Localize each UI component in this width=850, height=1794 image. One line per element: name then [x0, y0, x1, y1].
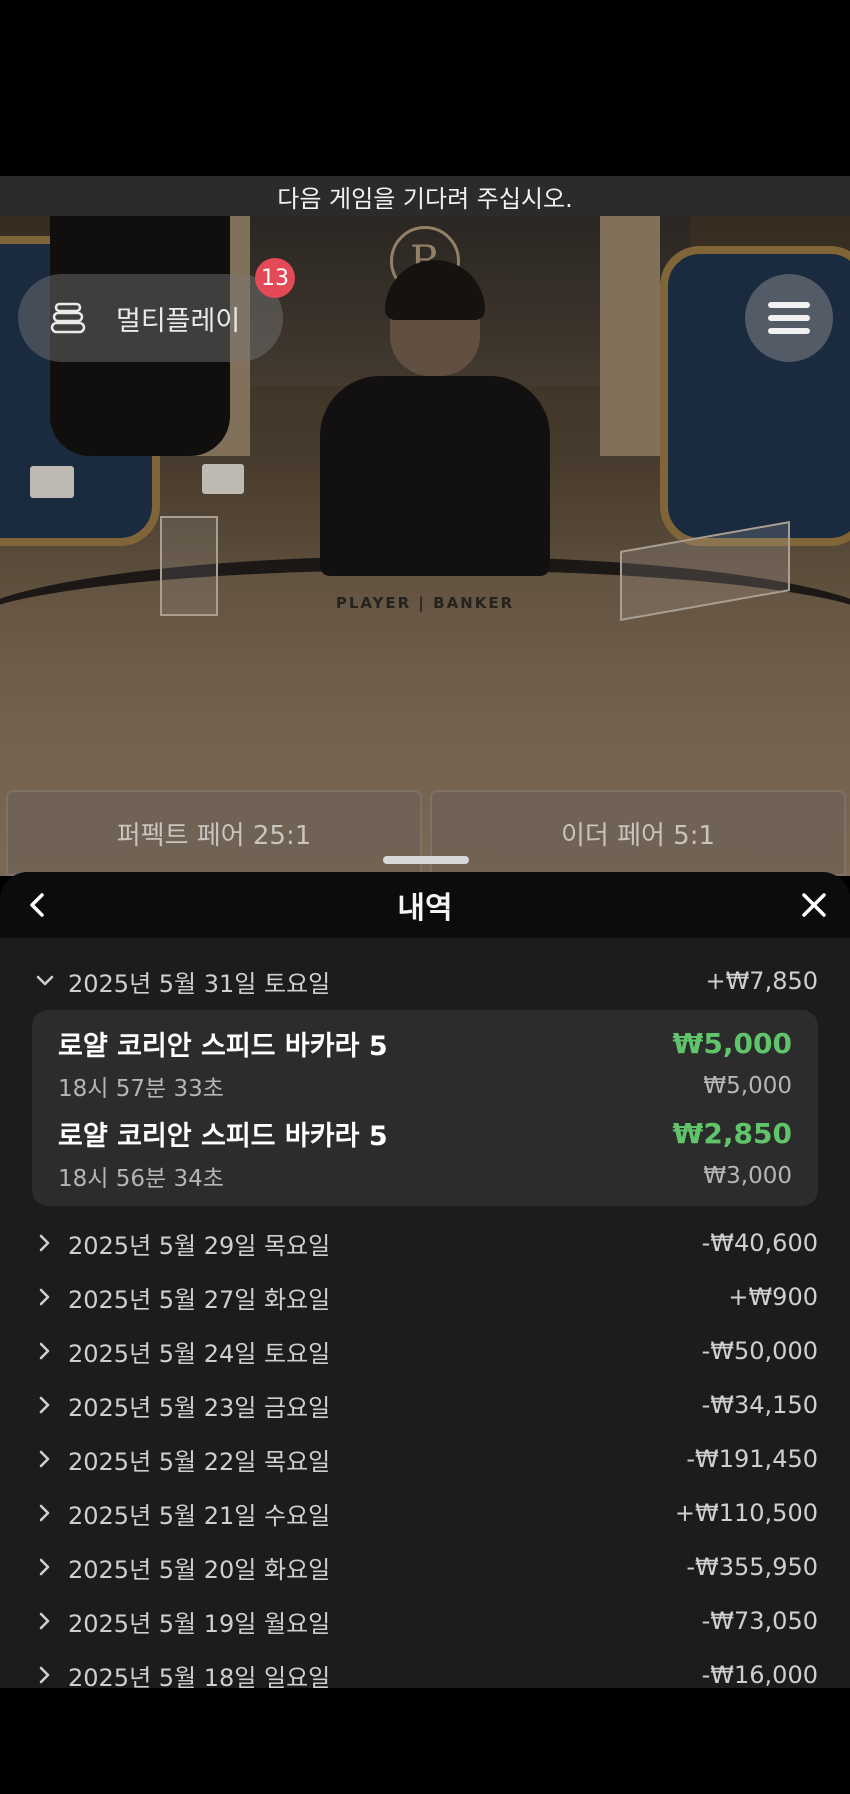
chevron-down-icon	[32, 968, 58, 994]
day-row[interactable]: 2025년 5월 19일 월요일 -₩73,050	[32, 1594, 818, 1648]
day-date: 2025년 5월 22일 목요일	[68, 1447, 331, 1476]
chevron-right-icon	[32, 1554, 58, 1580]
day-row[interactable]: 2025년 5월 24일 토요일 -₩50,000	[32, 1324, 818, 1378]
day-date: 2025년 5월 27일 화요일	[68, 1285, 331, 1314]
bet-amount: ₩5,000	[703, 1072, 792, 1099]
nav-bar-area	[0, 1688, 850, 1794]
day-amount: -₩73,050	[701, 1607, 818, 1635]
day-amount: +₩110,500	[674, 1499, 818, 1527]
day-date: 2025년 5월 19일 월요일	[68, 1609, 331, 1638]
history-header: 내역	[0, 872, 850, 938]
day-date: 2025년 5월 29일 목요일	[68, 1231, 331, 1260]
game-status-banner: 다음 게임을 기다려 주십시오.	[0, 176, 850, 216]
game-name: 로얄 코리안 스피드 바카라 5	[58, 1030, 388, 1062]
transaction-card: 로얄 코리안 스피드 바카라 5 ₩5,000 18시 57분 33초 ₩5,0…	[32, 1010, 818, 1206]
transaction-item[interactable]: 로얄 코리안 스피드 바카라 5 ₩2,850 18시 56분 34초 ₩3,0…	[58, 1108, 792, 1198]
chevron-right-icon	[32, 1608, 58, 1634]
day-row[interactable]: 2025년 5월 23일 금요일 -₩34,150	[32, 1378, 818, 1432]
chevron-right-icon	[32, 1392, 58, 1418]
day-amount: -₩16,000	[701, 1661, 818, 1688]
perfect-pair-bet-button[interactable]: 퍼펙트 페어 25:1	[6, 790, 422, 876]
day-row[interactable]: 2025년 5월 18일 일요일 -₩16,000	[32, 1648, 818, 1688]
chevron-right-icon	[32, 1500, 58, 1526]
day-date: 2025년 5월 23일 금요일	[68, 1393, 331, 1422]
win-amount: ₩5,000	[672, 1026, 792, 1060]
multiplay-button[interactable]: 멀티플레이	[18, 274, 283, 362]
day-row[interactable]: 2025년 5월 29일 목요일 -₩40,600	[32, 1216, 818, 1270]
multiplay-stack-icon	[50, 300, 86, 336]
day-row[interactable]: 2025년 5월 22일 목요일 -₩191,450	[32, 1432, 818, 1486]
game-name: 로얄 코리안 스피드 바카라 5	[58, 1120, 388, 1152]
day-date: 2025년 5월 18일 일요일	[68, 1663, 331, 1689]
back-button[interactable]	[18, 885, 58, 925]
day-row-expanded[interactable]: 2025년 5월 31일 토요일 +₩7,850	[32, 954, 818, 1008]
day-date: 2025년 5월 21일 수요일	[68, 1501, 331, 1530]
day-amount: -₩50,000	[701, 1337, 818, 1365]
history-list: 2025년 5월 31일 토요일 +₩7,850 로얄 코리안 스피드 바카라 …	[0, 954, 850, 1688]
chevron-right-icon	[32, 1338, 58, 1364]
day-date: 2025년 5월 20일 화요일	[68, 1555, 331, 1584]
chevron-right-icon	[32, 1662, 58, 1688]
close-icon	[802, 893, 826, 917]
chevron-right-icon	[32, 1230, 58, 1256]
history-sheet: 내역 2025년 5월 31일 토요일 +₩7,850 로얄 코리안 스피드 바…	[0, 872, 850, 1688]
sheet-drag-handle[interactable]	[383, 856, 469, 864]
transaction-time: 18시 56분 34초	[58, 1165, 224, 1192]
history-title: 내역	[397, 891, 453, 926]
day-date: 2025년 5월 31일 토요일	[68, 969, 331, 998]
transaction-time: 18시 57분 33초	[58, 1075, 224, 1102]
transaction-item[interactable]: 로얄 코리안 스피드 바카라 5 ₩5,000 18시 57분 33초 ₩5,0…	[58, 1018, 792, 1108]
either-pair-bet-button[interactable]: 이더 페어 5:1	[430, 790, 846, 876]
hamburger-icon	[768, 302, 810, 308]
status-area	[0, 0, 850, 176]
multiplay-label: 멀티플레이	[116, 305, 241, 337]
day-date: 2025년 5월 24일 토요일	[68, 1339, 331, 1368]
day-amount: -₩40,600	[701, 1229, 818, 1257]
day-amount: -₩34,150	[701, 1391, 818, 1419]
bet-amount: ₩3,000	[703, 1162, 792, 1189]
chevron-right-icon	[32, 1284, 58, 1310]
win-amount: ₩2,850	[672, 1116, 792, 1150]
day-amount: +₩7,850	[705, 967, 818, 995]
menu-button[interactable]	[745, 274, 833, 362]
day-row[interactable]: 2025년 5월 20일 화요일 -₩355,950	[32, 1540, 818, 1594]
day-amount: -₩355,950	[686, 1553, 818, 1581]
multiplay-count-badge: 13	[255, 258, 295, 298]
close-button[interactable]	[794, 885, 834, 925]
day-row[interactable]: 2025년 5월 27일 화요일 +₩900	[32, 1270, 818, 1324]
day-row[interactable]: 2025년 5월 21일 수요일 +₩110,500	[32, 1486, 818, 1540]
day-amount: -₩191,450	[686, 1445, 818, 1473]
day-amount: +₩900	[728, 1283, 818, 1311]
chevron-left-icon	[30, 893, 44, 917]
chevron-right-icon	[32, 1446, 58, 1472]
